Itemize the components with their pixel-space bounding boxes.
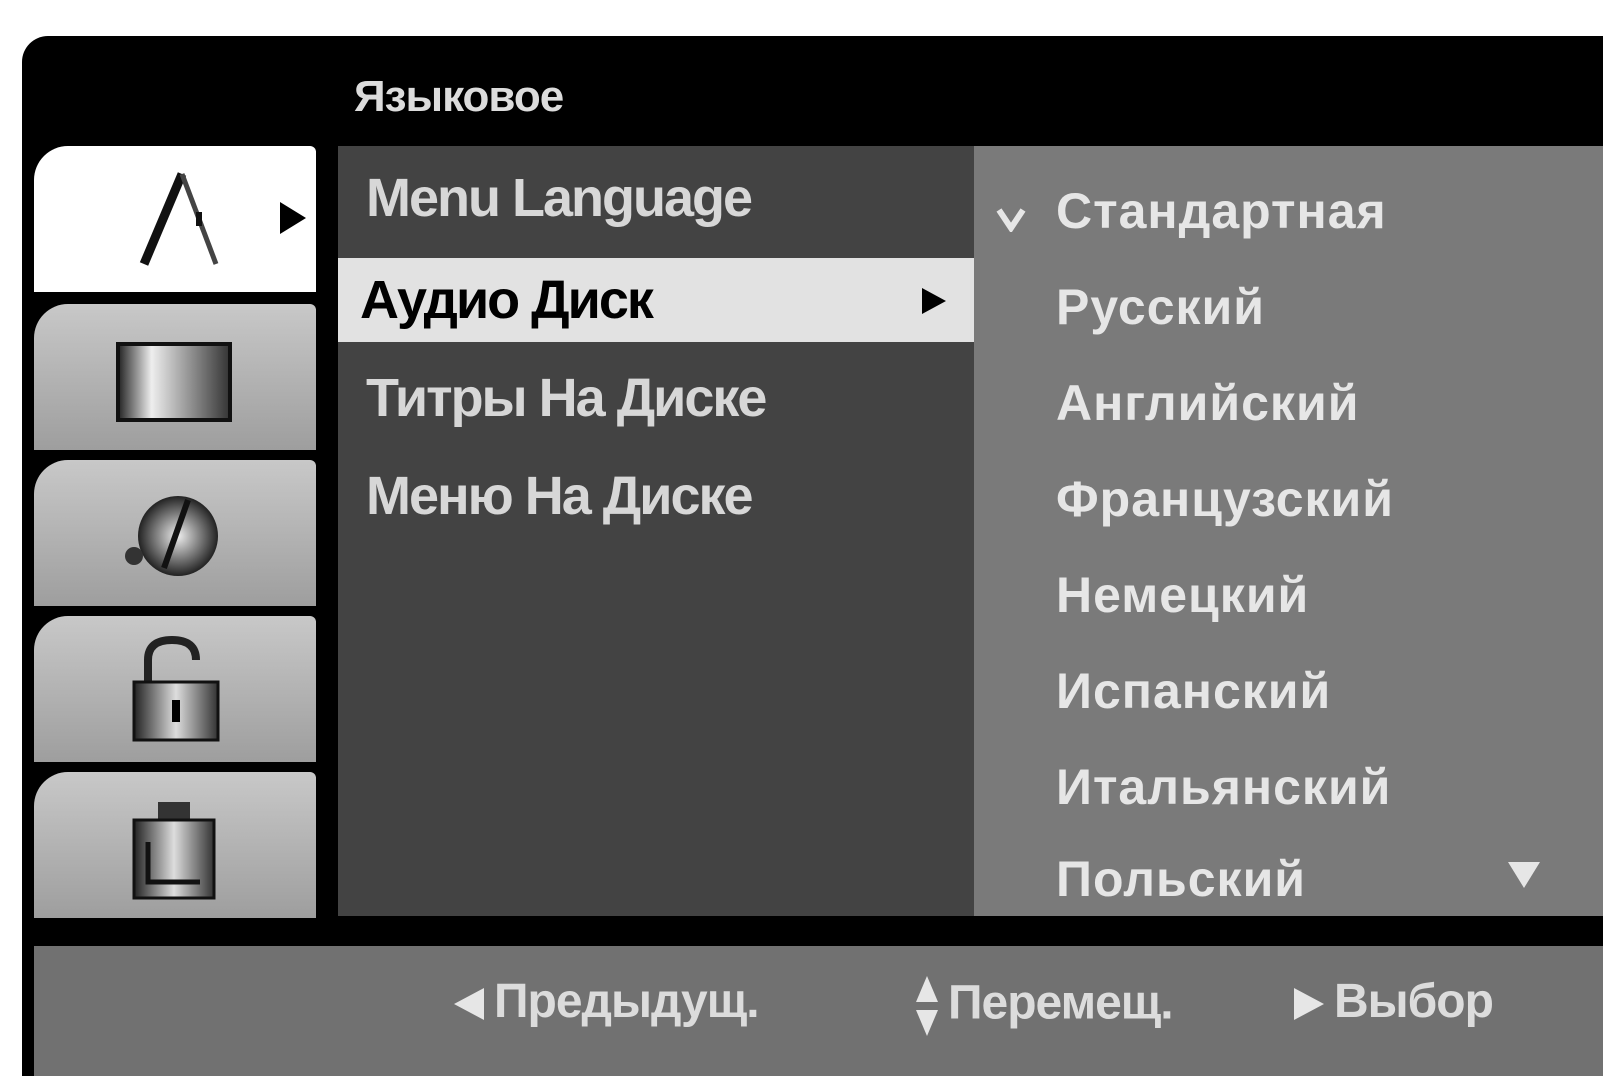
tab-lock[interactable] (34, 616, 316, 762)
page-title: Языковое (354, 72, 564, 121)
audio-icon (125, 496, 218, 576)
option-item[interactable]: Испанский (1056, 646, 1331, 736)
scroll-down-icon[interactable] (1506, 860, 1542, 890)
lock-icon (132, 635, 220, 742)
menu-item-label: Титры На Диске (366, 368, 767, 428)
option-item[interactable]: Русский (1056, 262, 1265, 352)
hint-label: Выбор (1334, 975, 1494, 1028)
menu-item-disc-subtitle[interactable]: Титры На Диске (338, 356, 974, 440)
option-item[interactable]: Французский (1056, 454, 1394, 544)
tab-display[interactable] (34, 304, 316, 450)
left-arrow-icon (454, 988, 484, 1021)
setup-menu-screen: Языковое Menu Language Аудио Диск Титры … (22, 36, 1603, 1076)
up-down-arrows-icon (916, 976, 938, 1036)
menu-item-label: Menu Language (366, 168, 753, 228)
option-item[interactable]: Итальянский (1056, 742, 1391, 832)
tab-audio[interactable] (34, 460, 316, 606)
right-arrow-icon (1294, 988, 1324, 1021)
tab-language[interactable] (34, 146, 316, 292)
footer-hint-bar: Предыдущ. Перемещ. Выбор (34, 946, 1603, 1076)
option-item[interactable]: Английский (1056, 358, 1359, 448)
options-list: Стандартная Русский Английский Французск… (974, 146, 1603, 916)
display-icon (116, 342, 232, 422)
menu-item-disc-menu[interactable]: Меню На Диске (338, 454, 974, 538)
hint-previous: Предыдущ. (452, 974, 760, 1029)
option-item[interactable]: Немецкий (1056, 550, 1309, 640)
menu-item-label: Аудио Диск (360, 270, 654, 330)
submenu-arrow-icon (922, 288, 946, 314)
menu-item-label: Меню На Диске (366, 466, 754, 526)
language-icon (139, 172, 219, 266)
hint-label: Предыдущ. (494, 975, 760, 1028)
tab-others[interactable] (34, 772, 316, 918)
hint-select: Выбор (1292, 974, 1494, 1029)
menu-list: Menu Language Аудио Диск Титры На Диске … (338, 146, 974, 916)
hint-move: Перемещ. (914, 974, 1174, 1038)
checkmark-icon (996, 208, 1026, 232)
others-icon (132, 802, 216, 900)
menu-item-audio-disc[interactable]: Аудио Диск (338, 258, 974, 342)
option-item[interactable]: Стандартная (1056, 166, 1387, 256)
menu-item-menu-language[interactable]: Menu Language (338, 156, 974, 240)
option-item[interactable]: Польский (1056, 834, 1306, 924)
hint-label: Перемещ. (948, 976, 1174, 1030)
tab-arrow-right-icon (280, 202, 306, 234)
